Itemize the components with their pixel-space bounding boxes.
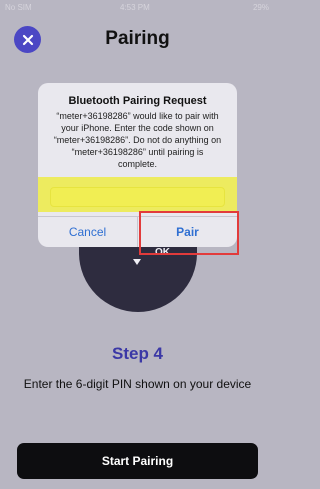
highlight-annotation bbox=[38, 177, 237, 212]
alert-title: Bluetooth Pairing Request bbox=[68, 95, 207, 107]
device-arrow-icon bbox=[133, 259, 141, 265]
clock: 4:53 PM bbox=[120, 3, 150, 12]
step-description: Enter the 6-digit PIN shown on your devi… bbox=[23, 377, 252, 391]
page-title: Pairing bbox=[105, 28, 170, 49]
start-pairing-button[interactable]: Start Pairing bbox=[17, 443, 258, 479]
status-bar: No SIM 4:53 PM 29% bbox=[0, 0, 275, 16]
battery-label: 29% bbox=[252, 3, 269, 12]
cancel-button[interactable]: Cancel bbox=[38, 217, 137, 247]
step-title: Step 4 bbox=[111, 344, 164, 363]
alert-message: “meter+36198286” would like to pair with… bbox=[53, 111, 222, 169]
pair-button-annotation bbox=[139, 211, 239, 255]
carrier-label: No SIM bbox=[5, 3, 32, 12]
